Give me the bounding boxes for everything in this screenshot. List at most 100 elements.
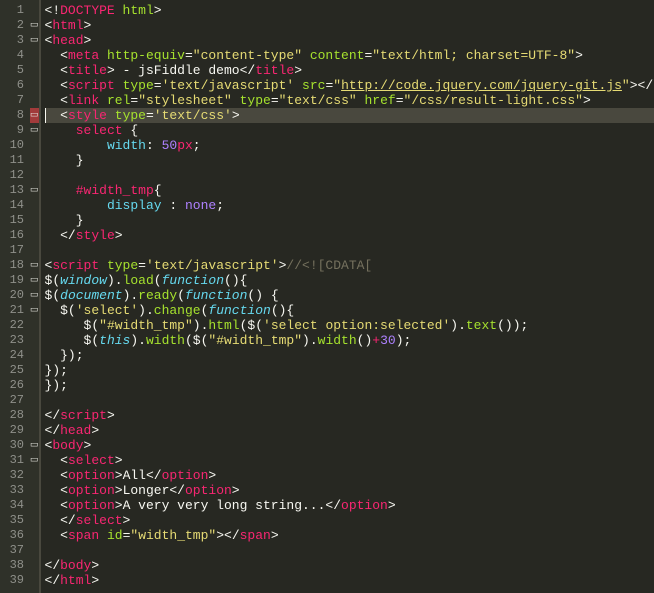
code-line[interactable]: <title> - jsFiddle demo</title> <box>45 63 654 78</box>
code-line[interactable]: <head> <box>45 33 654 48</box>
fold-spacer <box>30 48 39 63</box>
code-line[interactable]: </body> <box>45 558 654 573</box>
code-line[interactable]: #width_tmp{ <box>45 183 654 198</box>
code-area[interactable]: <!DOCTYPE html><html><head> <meta http-e… <box>39 0 654 593</box>
fold-spacer <box>30 393 39 408</box>
line-number: 32 <box>8 468 24 483</box>
fold-toggle-icon[interactable]: ▭ <box>30 288 39 303</box>
fold-toggle-icon[interactable]: ▭ <box>30 453 39 468</box>
fold-spacer <box>30 63 39 78</box>
line-number: 8 <box>8 108 24 123</box>
code-line[interactable]: <span id="width_tmp"></span> <box>45 528 654 543</box>
fold-toggle-icon[interactable]: ▭ <box>30 123 39 138</box>
fold-toggle-icon[interactable]: ▭ <box>30 303 39 318</box>
line-number: 18 <box>8 258 24 273</box>
code-line[interactable]: $(this).width($("#width_tmp").width()+30… <box>45 333 654 348</box>
line-number: 29 <box>8 423 24 438</box>
fold-spacer <box>30 168 39 183</box>
line-number: 11 <box>8 153 24 168</box>
line-number: 19 <box>8 273 24 288</box>
code-line[interactable] <box>45 168 654 183</box>
fold-toggle-icon[interactable]: ▭ <box>30 108 39 123</box>
line-number: 7 <box>8 93 24 108</box>
code-line[interactable]: <meta http-equiv="content-type" content=… <box>45 48 654 63</box>
fold-spacer <box>30 228 39 243</box>
code-line[interactable]: }); <box>45 378 654 393</box>
line-number: 24 <box>8 348 24 363</box>
fold-toggle-icon[interactable]: ▭ <box>30 273 39 288</box>
code-line[interactable]: <link rel="stylesheet" type="text/css" h… <box>45 93 654 108</box>
code-line[interactable]: </select> <box>45 513 654 528</box>
line-number: 20 <box>8 288 24 303</box>
line-number: 26 <box>8 378 24 393</box>
line-number: 2 <box>8 18 24 33</box>
code-line[interactable]: <option>All</option> <box>45 468 654 483</box>
fold-spacer <box>30 573 39 588</box>
code-line[interactable]: display : none; <box>45 198 654 213</box>
fold-spacer <box>30 93 39 108</box>
line-number: 33 <box>8 483 24 498</box>
code-line[interactable]: <script type='text/javascript' src="http… <box>45 78 654 93</box>
line-number: 39 <box>8 573 24 588</box>
line-number: 9 <box>8 123 24 138</box>
code-line[interactable]: } <box>45 153 654 168</box>
fold-spacer <box>30 498 39 513</box>
line-number: 13 <box>8 183 24 198</box>
fold-spacer <box>30 78 39 93</box>
line-number: 3 <box>8 33 24 48</box>
code-line[interactable]: <select> <box>45 453 654 468</box>
code-line[interactable]: $(window).load(function(){ <box>45 273 654 288</box>
line-number: 1 <box>8 3 24 18</box>
fold-spacer <box>30 153 39 168</box>
code-line[interactable]: } <box>45 213 654 228</box>
code-line[interactable]: }); <box>45 363 654 378</box>
line-number: 5 <box>8 63 24 78</box>
code-line[interactable] <box>45 243 654 258</box>
line-number: 21 <box>8 303 24 318</box>
code-line[interactable]: select { <box>45 123 654 138</box>
code-line[interactable]: <body> <box>45 438 654 453</box>
code-line[interactable]: </style> <box>45 228 654 243</box>
fold-spacer <box>30 423 39 438</box>
line-number: 36 <box>8 528 24 543</box>
code-line[interactable]: $("#width_tmp").html($('select option:se… <box>45 318 654 333</box>
line-number: 35 <box>8 513 24 528</box>
fold-spacer <box>30 408 39 423</box>
line-number: 27 <box>8 393 24 408</box>
line-number: 6 <box>8 78 24 93</box>
code-line[interactable]: <html> <box>45 18 654 33</box>
fold-spacer <box>30 3 39 18</box>
line-number: 4 <box>8 48 24 63</box>
fold-toggle-icon[interactable]: ▭ <box>30 438 39 453</box>
code-line[interactable]: $(document).ready(function() { <box>45 288 654 303</box>
fold-toggle-icon[interactable]: ▭ <box>30 183 39 198</box>
code-line[interactable]: width: 50px; <box>45 138 654 153</box>
fold-toggle-icon[interactable]: ▭ <box>30 33 39 48</box>
code-editor[interactable]: 1234567891011121314151617181920212223242… <box>0 0 654 593</box>
fold-spacer <box>30 213 39 228</box>
fold-spacer <box>30 483 39 498</box>
code-line[interactable]: <style type='text/css'> <box>45 108 654 123</box>
code-line[interactable]: <!DOCTYPE html> <box>45 3 654 18</box>
fold-spacer <box>30 513 39 528</box>
code-line[interactable]: }); <box>45 348 654 363</box>
fold-spacer <box>30 333 39 348</box>
code-line[interactable]: <option>Longer</option> <box>45 483 654 498</box>
fold-column[interactable]: ▭▭▭▭▭▭▭▭▭▭▭ <box>30 0 39 593</box>
fold-spacer <box>30 198 39 213</box>
code-line[interactable] <box>45 393 654 408</box>
fold-toggle-icon[interactable]: ▭ <box>30 258 39 273</box>
code-line[interactable] <box>45 543 654 558</box>
line-number: 14 <box>8 198 24 213</box>
code-line[interactable]: </head> <box>45 423 654 438</box>
line-number: 34 <box>8 498 24 513</box>
code-line[interactable]: <option>A very very long string...</opti… <box>45 498 654 513</box>
code-line[interactable]: </html> <box>45 573 654 588</box>
code-line[interactable]: $('select').change(function(){ <box>45 303 654 318</box>
fold-toggle-icon[interactable]: ▭ <box>30 18 39 33</box>
fold-spacer <box>30 378 39 393</box>
code-line[interactable]: <script type='text/javascript'>//<![CDAT… <box>45 258 654 273</box>
line-number: 22 <box>8 318 24 333</box>
code-line[interactable]: </script> <box>45 408 654 423</box>
fold-spacer <box>30 558 39 573</box>
